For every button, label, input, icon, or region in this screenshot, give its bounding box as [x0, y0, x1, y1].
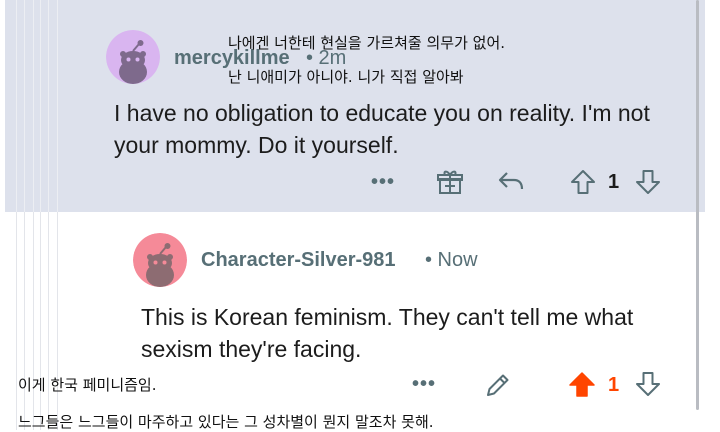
- upvote-icon[interactable]: [569, 168, 597, 196]
- more-options-button[interactable]: •••: [371, 171, 395, 194]
- translation-overlay-line2: 난 니애미가 아니야. 니가 직접 알아봐: [228, 68, 464, 86]
- snoo-avatar-icon: [133, 233, 187, 287]
- snoo-avatar-icon: [106, 30, 160, 84]
- comment-body: I have no obligation to educate you on r…: [114, 100, 650, 158]
- caption-line1: 이게 한국 페미니즘임.: [18, 376, 157, 394]
- avatar[interactable]: [133, 233, 187, 287]
- comment-username[interactable]: Character-Silver-981: [201, 249, 396, 272]
- upvote-icon[interactable]: [567, 370, 597, 398]
- scrollbar[interactable]: [696, 0, 699, 410]
- award-icon[interactable]: [436, 168, 464, 196]
- reply-icon[interactable]: [497, 169, 525, 195]
- more-options-button[interactable]: •••: [412, 373, 436, 396]
- edit-icon[interactable]: [483, 370, 513, 400]
- avatar[interactable]: [106, 30, 160, 84]
- downvote-icon[interactable]: [634, 370, 662, 398]
- translation-overlay-line1: 나에겐 너한테 현실을 가르쳐줄 의무가 없어.: [228, 34, 506, 52]
- downvote-icon[interactable]: [634, 168, 662, 196]
- comment-body: This is Korean feminism. They can't tell…: [141, 304, 634, 362]
- vote-count: 1: [608, 374, 620, 396]
- caption-line2: 느그들은 느그들이 마주하고 있다는 그 성차별이 뭔지 말조차 못해.: [18, 413, 434, 431]
- comment-timestamp: • Now: [425, 249, 478, 271]
- vote-count: 1: [608, 171, 620, 193]
